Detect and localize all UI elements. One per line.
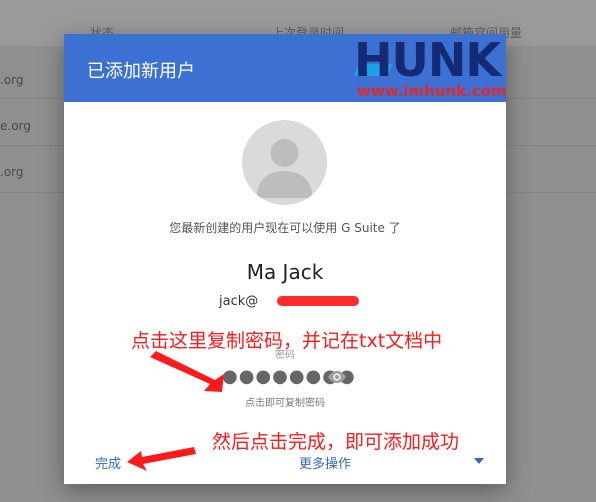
annotation-copy-password: 点击这里复制密码，并记在txt文档中 bbox=[131, 330, 443, 352]
arrow-to-done bbox=[127, 447, 196, 471]
annotation-click-done: 然后点击完成，即可添加成功 bbox=[212, 431, 460, 453]
arrow-to-password bbox=[150, 351, 224, 392]
